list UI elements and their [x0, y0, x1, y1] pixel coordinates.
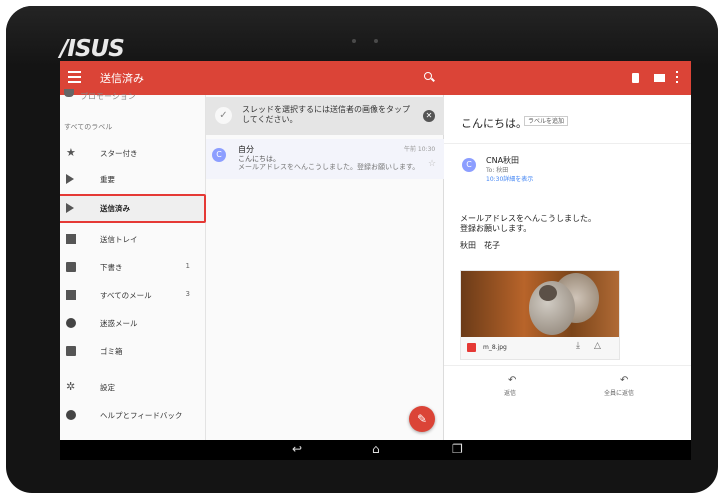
sensor-icon [374, 39, 378, 43]
mail-icon[interactable] [654, 74, 665, 82]
more-vert-icon[interactable] [676, 71, 678, 83]
help-icon [66, 410, 76, 420]
tip-text: スレッドを選択するには送信者の画像をタップしてください。 [242, 105, 410, 124]
trash-icon[interactable] [632, 73, 639, 83]
body-line: 登録お願いします。 [460, 224, 532, 233]
reply-icon[interactable]: ↶ [508, 375, 516, 386]
back-icon[interactable]: ↩ [292, 442, 302, 456]
show-details-link[interactable]: 10:30詳細を表示 [486, 174, 533, 183]
list-item[interactable]: C 自分 午前 10:30 こんにちは。 メールアドレスをへんこうしました。登録… [206, 139, 444, 179]
system-navbar: ↩ ⌂ ❐ [60, 440, 691, 460]
drawer-item-help[interactable]: ヘルプとフィードバック [60, 402, 206, 428]
drawer-item-label: 下書き [100, 263, 123, 272]
drawer-item-label: すべてのメール [100, 291, 152, 300]
message-time: 午前 10:30 [404, 146, 436, 153]
outbox-icon [66, 234, 76, 244]
drawer-item-label: 迷惑メール [100, 319, 138, 328]
reply-all-icon[interactable]: ↶ [620, 375, 628, 386]
menu-icon[interactable] [68, 71, 81, 84]
detail-subject: こんにちは。 [461, 117, 527, 130]
reply-all-button[interactable]: 全員に返信 [604, 388, 634, 397]
attachment-card[interactable]: m_8.jpg ⤓ △ [460, 270, 620, 360]
important-icon [66, 174, 76, 184]
drawer-item-outbox[interactable]: 送信トレイ [60, 226, 206, 252]
tip-banner: ✓ スレッドを選択するには送信者の画像をタップしてください。 ✕ [206, 97, 444, 135]
app-bar: 送信済み [60, 61, 691, 95]
thread-list: ✓ スレッドを選択するには送信者の画像をタップしてください。 ✕ C 自分 午前… [206, 95, 444, 440]
page-title: 送信済み [100, 72, 144, 85]
screen: 送信済み プロモーション すべてのラベル ★ スター付き 重要 送信済み 送信ト… [60, 61, 691, 460]
squirrel-head [539, 285, 557, 301]
drive-icon[interactable]: △ [594, 341, 601, 351]
message-detail: こんにちは。 ラベルを追加 C CNA秋田 To: 秋田 10:30詳細を表示 … [444, 95, 691, 440]
drawer-item-count: 1 [185, 262, 190, 270]
recent-apps-icon[interactable]: ❐ [452, 442, 463, 456]
spam-icon [66, 318, 76, 328]
drawer-item-important[interactable]: 重要 [60, 166, 206, 192]
compose-button[interactable]: ✎ [409, 406, 435, 432]
divider [444, 365, 691, 366]
divider [444, 143, 691, 144]
drawer-item-label: ゴミ箱 [100, 347, 123, 356]
message-snippet: メールアドレスをへんこうしました。登録お願いします。 [238, 163, 420, 171]
drawer-item-label: 設定 [100, 383, 115, 392]
home-icon[interactable]: ⌂ [372, 442, 380, 456]
star-icon[interactable]: ☆ [428, 159, 436, 169]
close-icon[interactable]: ✕ [423, 110, 435, 122]
image-icon [467, 343, 476, 352]
body-signature: 秋田 花子 [460, 241, 500, 250]
drawer-item-label: 送信トレイ [100, 235, 138, 244]
selection-highlight [60, 194, 206, 223]
camera-icon [352, 39, 356, 43]
search-icon[interactable] [424, 72, 432, 80]
drawer-item-all-mail[interactable]: すべてのメール 3 [60, 282, 206, 308]
attachment-bar: m_8.jpg ⤓ △ [461, 337, 619, 359]
nav-drawer: プロモーション すべてのラベル ★ スター付き 重要 送信済み 送信トレイ 下書… [60, 89, 206, 440]
drawer-item-label: ヘルプとフィードバック [100, 411, 183, 420]
brand-logo: /ISUS [60, 36, 125, 62]
avatar[interactable]: C [212, 148, 226, 162]
drawer-item-trash[interactable]: ゴミ箱 [60, 338, 206, 364]
add-label-button[interactable]: ラベルを追加 [524, 116, 569, 126]
tablet-frame: /ISUS 送信済み プロモーション すべてのラベル ★ スター付き 重要 送信… [6, 6, 718, 493]
star-icon: ★ [66, 146, 76, 159]
reply-button[interactable]: 返信 [504, 388, 516, 397]
attachment-preview[interactable] [461, 271, 619, 337]
draft-icon [66, 262, 76, 272]
drawer-item-promotions[interactable]: プロモーション [80, 91, 136, 102]
drawer-item-spam[interactable]: 迷惑メール [60, 310, 206, 336]
drawer-item-starred[interactable]: ★ スター付き [60, 140, 206, 166]
gear-icon: ✲ [66, 380, 76, 393]
drawer-item-drafts[interactable]: 下書き 1 [60, 254, 206, 280]
section-label: すべてのラベル [64, 123, 113, 131]
drawer-item-settings[interactable]: ✲ 設定 [60, 374, 206, 400]
tag-icon [64, 89, 74, 97]
avatar: C [462, 158, 476, 172]
download-icon[interactable]: ⤓ [576, 341, 580, 351]
trash-icon [66, 346, 76, 356]
check-icon: ✓ [215, 107, 232, 124]
all-mail-icon [66, 290, 76, 300]
drawer-item-count: 3 [185, 290, 190, 298]
drawer-item-label: スター付き [100, 149, 138, 158]
detail-recipient: To: 秋田 [486, 167, 509, 174]
attachment-name: m_8.jpg [483, 344, 507, 351]
drawer-item-label: 重要 [100, 175, 115, 184]
